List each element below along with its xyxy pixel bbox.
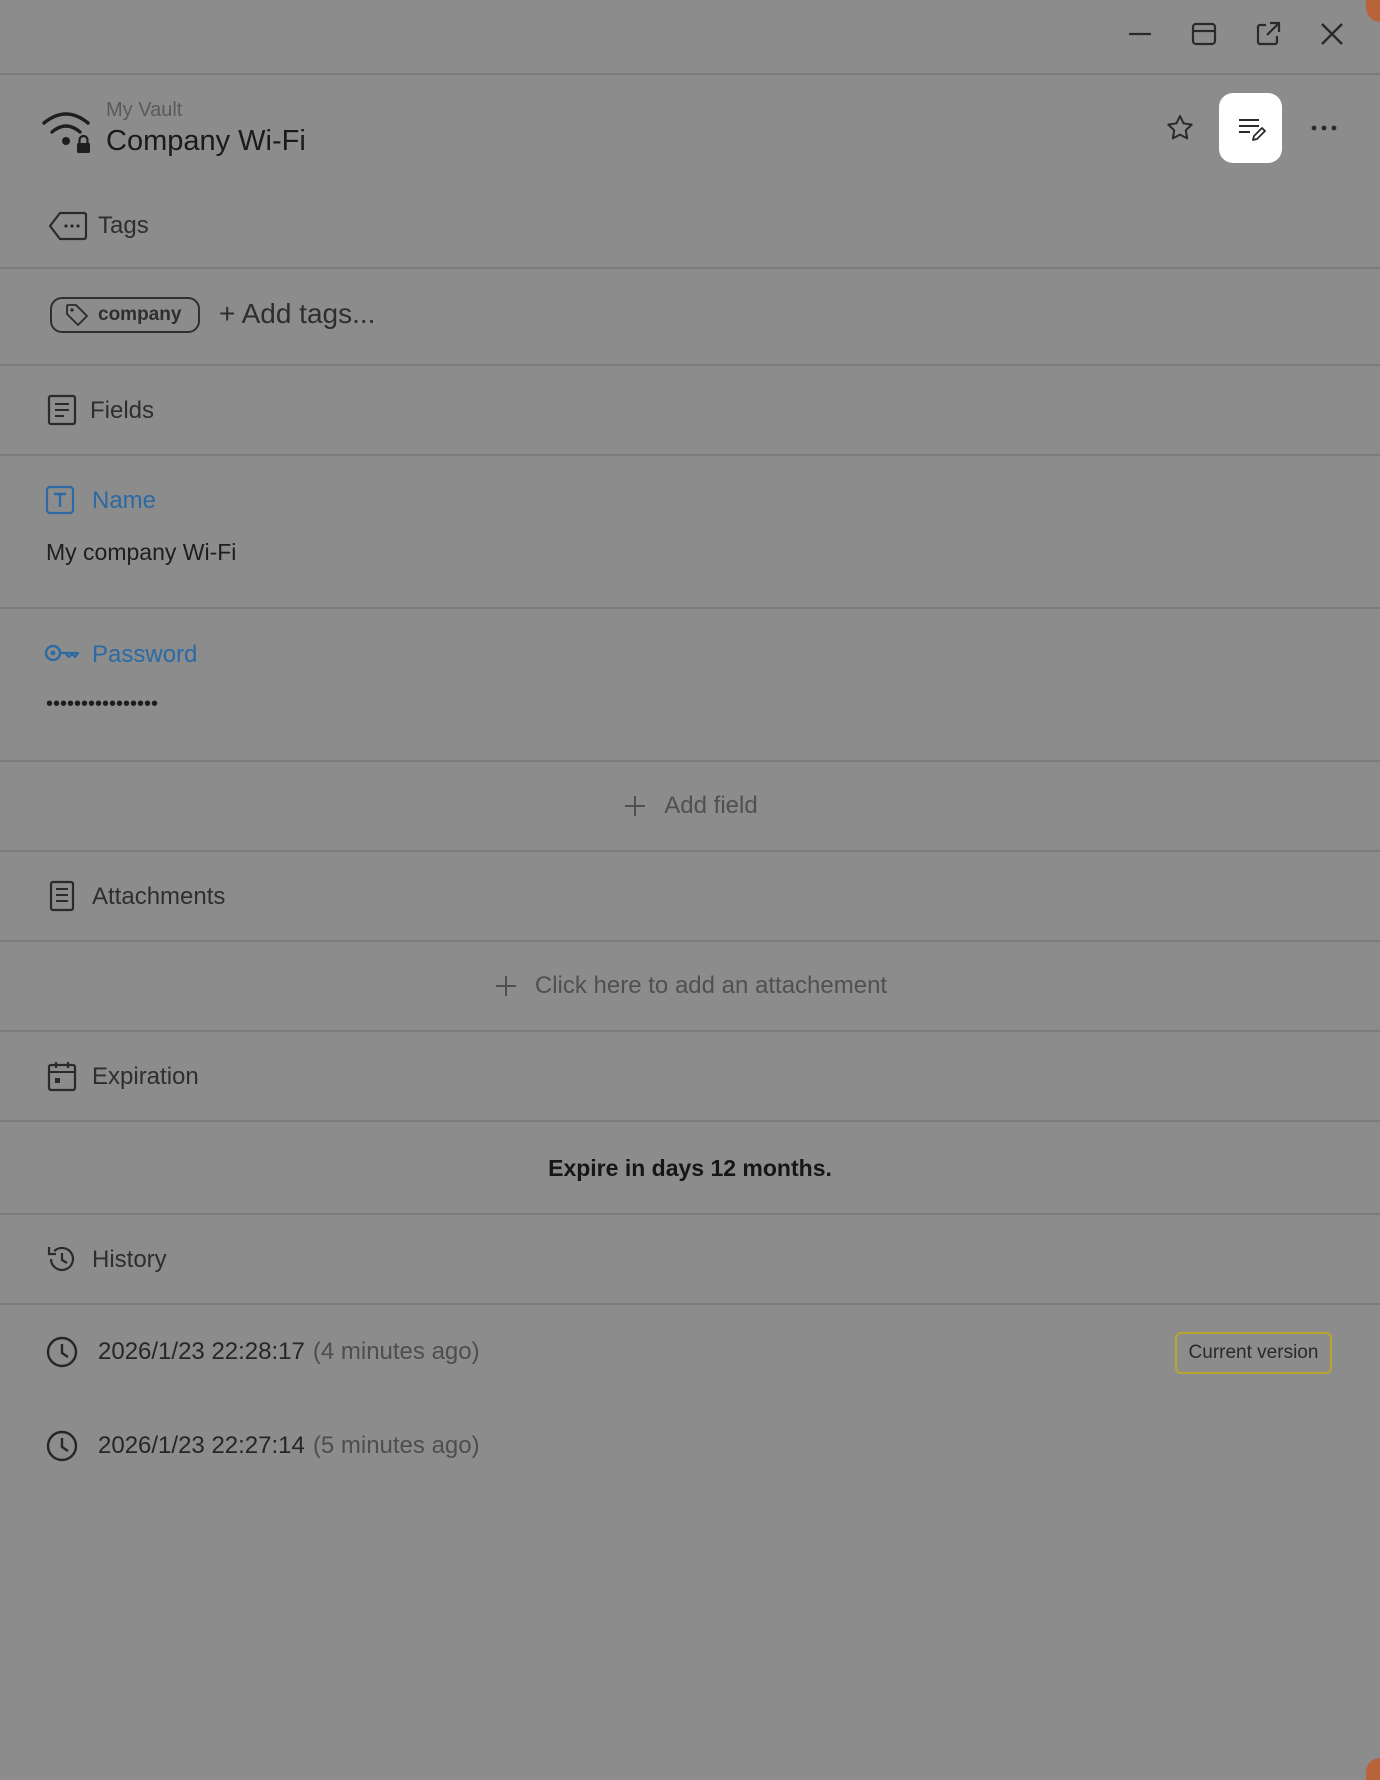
text-field-icon — [45, 485, 75, 515]
tags-section-title: Tags — [98, 212, 149, 239]
expiration-section-title: Expiration — [92, 1063, 199, 1090]
history-icon — [47, 1246, 75, 1272]
field-row-password[interactable]: Password •••••••••••••••• — [0, 609, 1380, 762]
minimize-button[interactable] — [1118, 12, 1162, 56]
item-detail-window: My Vault Company Wi-Fi Tags company + Ad… — [0, 0, 1380, 1780]
attachments-section-header: Attachments — [0, 852, 1380, 942]
add-field-button[interactable]: Add field — [0, 762, 1380, 850]
tags-row — [0, 269, 1380, 366]
history-timestamp: 2026/1/23 22:28:17 — [98, 1338, 305, 1365]
fields-section-title: Fields — [90, 397, 155, 424]
item-title: Company Wi-Fi — [106, 125, 306, 157]
edit-list-icon — [1238, 119, 1266, 141]
favorite-button[interactable] — [1160, 108, 1200, 148]
clock-icon — [46, 1336, 78, 1368]
more-horizontal-icon — [1311, 125, 1337, 131]
close-button[interactable] — [1310, 12, 1354, 56]
field-label: Password — [92, 641, 198, 668]
history-section-header: History — [0, 1215, 1380, 1305]
current-version-badge: Current version — [1175, 1332, 1332, 1374]
key-icon — [44, 644, 80, 662]
history-section-title: History — [92, 1246, 167, 1273]
plus-icon — [495, 976, 516, 996]
add-tags-input[interactable]: + Add tags... — [219, 298, 375, 330]
add-attachment-label: Click here to add an attachement — [534, 972, 888, 999]
password-value: •••••••••••••••• — [46, 693, 159, 715]
tag-section-icon — [48, 211, 88, 241]
edit-button[interactable] — [1219, 93, 1282, 163]
plus-icon — [625, 796, 646, 816]
maximize-icon — [1191, 22, 1217, 46]
expiration-text: Expire in days 12 months. — [548, 1155, 832, 1181]
minimize-icon — [1129, 32, 1151, 36]
more-options-button[interactable] — [1304, 108, 1344, 148]
maximize-button[interactable] — [1182, 12, 1226, 56]
history-timestamp: 2026/1/23 22:27:14 — [98, 1432, 305, 1459]
wifi-lock-icon — [42, 112, 90, 153]
add-field-label: Add field — [664, 792, 758, 819]
item-header: My Vault Company Wi-Fi — [0, 75, 1380, 185]
popout-button[interactable] — [1246, 12, 1290, 56]
window-titlebar — [0, 0, 1380, 75]
tag-chip[interactable]: company — [50, 297, 200, 333]
attachments-section-title: Attachments — [92, 883, 226, 910]
history-entry[interactable]: 2026/1/23 22:27:14 (5 minutes ago) — [0, 1414, 1380, 1474]
fields-section-header: Fields — [0, 366, 1380, 456]
tag-icon — [66, 304, 88, 326]
add-attachment-button[interactable]: Click here to add an attachement — [0, 942, 1380, 1030]
tags-section-header: Tags — [0, 185, 1380, 269]
field-row-name[interactable]: Name My company Wi-Fi — [0, 456, 1380, 609]
field-value: My company Wi-Fi — [46, 539, 237, 565]
vault-name: My Vault — [106, 99, 183, 121]
external-link-icon — [1256, 21, 1281, 46]
field-label: Name — [92, 487, 157, 514]
history-entry[interactable]: 2026/1/23 22:28:17 (4 minutes ago) Curren… — [0, 1320, 1380, 1380]
history-relative-time: (4 minutes ago) — [312, 1338, 480, 1365]
tag-label: company — [98, 304, 182, 325]
history-relative-time: (5 minutes ago) — [312, 1432, 480, 1459]
window-corner-accent — [1366, 1758, 1380, 1780]
document-icon — [47, 394, 77, 426]
clock-icon — [46, 1430, 78, 1462]
star-icon — [1167, 115, 1193, 140]
attachment-document-icon — [49, 880, 75, 912]
calendar-icon — [47, 1062, 77, 1092]
close-icon — [1321, 23, 1343, 45]
expiration-section-header: Expiration — [0, 1032, 1380, 1122]
